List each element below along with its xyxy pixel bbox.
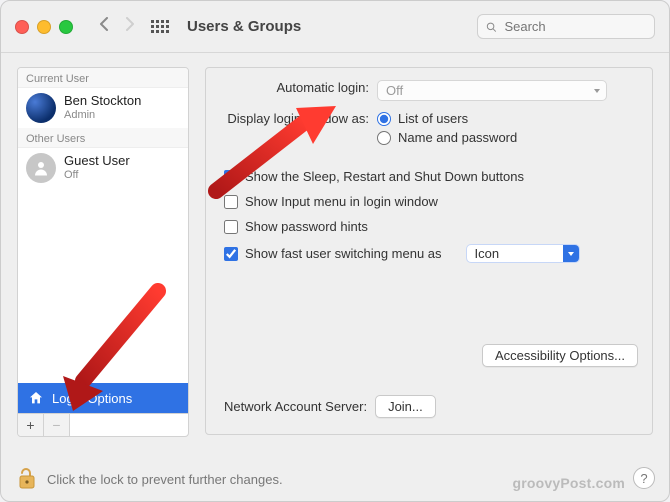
add-remove-bar: + − bbox=[18, 413, 188, 436]
checkbox-show-input-menu[interactable]: Show Input menu in login window bbox=[224, 194, 638, 209]
search-input[interactable] bbox=[502, 18, 646, 35]
unlocked-padlock-icon bbox=[17, 467, 37, 491]
minimize-window-button[interactable] bbox=[37, 20, 51, 34]
sidebar-section-current: Current User bbox=[18, 68, 188, 88]
add-user-button[interactable]: + bbox=[18, 414, 44, 436]
help-button[interactable]: ? bbox=[633, 467, 655, 489]
radio-name-and-password[interactable]: Name and password bbox=[377, 130, 517, 145]
sidebar-item-login-options[interactable]: Login Options bbox=[18, 383, 188, 413]
login-options-label: Login Options bbox=[52, 391, 132, 406]
traffic-lights bbox=[15, 20, 73, 34]
sidebar-section-other: Other Users bbox=[18, 128, 188, 148]
checkbox-show-sleep-restart-shutdown[interactable]: Show the Sleep, Restart and Shut Down bu… bbox=[224, 169, 638, 184]
forward-button[interactable] bbox=[121, 15, 139, 38]
window-toolbar: Users & Groups bbox=[1, 1, 669, 53]
house-icon bbox=[28, 390, 44, 406]
automatic-login-select[interactable]: Off bbox=[377, 80, 607, 101]
user-role: Off bbox=[64, 169, 130, 182]
automatic-login-label: Automatic login: bbox=[224, 80, 369, 95]
checkbox-fast-user-switching[interactable]: Show fast user switching menu as bbox=[224, 246, 442, 261]
back-button[interactable] bbox=[95, 15, 113, 38]
login-options-panel: Automatic login: Off Display login windo… bbox=[205, 67, 653, 435]
users-sidebar: Current User Ben Stockton Admin Other Us… bbox=[17, 67, 189, 437]
join-button[interactable]: Join... bbox=[375, 395, 436, 418]
accessibility-options-button[interactable]: Accessibility Options... bbox=[482, 344, 638, 367]
sidebar-item-guest-user[interactable]: Guest User Off bbox=[18, 148, 188, 188]
display-login-label: Display login window as: bbox=[224, 111, 369, 126]
user-name: Ben Stockton bbox=[64, 94, 141, 109]
lock-hint-text: Click the lock to prevent further change… bbox=[47, 472, 283, 487]
radio-list-of-users[interactable]: List of users bbox=[377, 111, 517, 126]
network-account-server-label: Network Account Server: bbox=[224, 399, 367, 414]
show-all-prefs-button[interactable] bbox=[151, 20, 169, 33]
user-role: Admin bbox=[64, 109, 141, 122]
fast-user-switching-select[interactable]: Icon bbox=[466, 244, 580, 263]
lock-button[interactable] bbox=[17, 467, 37, 491]
remove-user-button[interactable]: − bbox=[44, 414, 70, 436]
watermark: groovyPost.com bbox=[513, 475, 626, 491]
checkbox-show-password-hints[interactable]: Show password hints bbox=[224, 219, 638, 234]
user-name: Guest User bbox=[64, 154, 130, 169]
search-icon bbox=[486, 21, 496, 33]
avatar bbox=[26, 153, 56, 183]
zoom-window-button[interactable] bbox=[59, 20, 73, 34]
sidebar-item-current-user[interactable]: Ben Stockton Admin bbox=[18, 88, 188, 128]
close-window-button[interactable] bbox=[15, 20, 29, 34]
avatar bbox=[26, 93, 56, 123]
page-title: Users & Groups bbox=[187, 18, 301, 35]
search-field[interactable] bbox=[477, 14, 655, 39]
